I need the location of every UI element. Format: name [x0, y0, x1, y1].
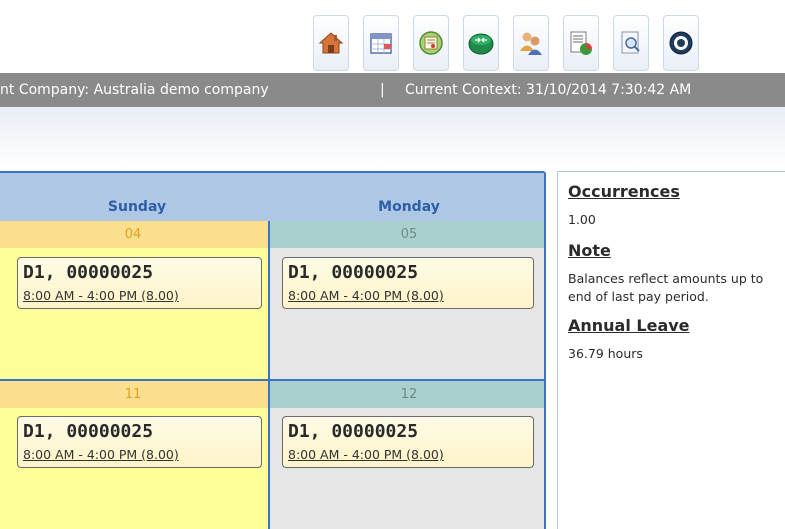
- shift-time[interactable]: 8:00 AM - 4:00 PM (8.00): [23, 288, 256, 304]
- shift-time[interactable]: 8:00 AM - 4:00 PM (8.00): [23, 447, 256, 463]
- calendar-column-divider: [268, 221, 270, 529]
- context-datetime-text: Current Context: 31/10/2014 7:30:42 AM: [405, 82, 692, 98]
- home-icon: [318, 32, 344, 54]
- calendar-row-divider: [0, 379, 544, 381]
- annual-leave-value: 36.79 hours: [568, 346, 643, 361]
- context-bar: nt Company: Australia demo company | Cur…: [0, 73, 785, 107]
- home-button[interactable]: [313, 15, 349, 71]
- users-button[interactable]: [513, 15, 549, 71]
- shift-title: D1, 00000025: [23, 421, 154, 442]
- network-button[interactable]: [463, 15, 499, 71]
- occurrences-heading: Occurrences: [568, 182, 680, 201]
- calendar-icon: [370, 33, 392, 54]
- shift-title: D1, 00000025: [288, 421, 419, 442]
- report-chart-icon: [570, 31, 592, 55]
- day-name-sunday: Sunday: [107, 199, 167, 215]
- day-number: 05: [270, 221, 544, 248]
- occurrences-value: 1.00: [568, 212, 596, 227]
- day-number: 04: [0, 221, 268, 248]
- balance-panel: Occurrences 1.00 Note Balances reflect a…: [557, 171, 785, 529]
- calendar-cell-sunday[interactable]: 04 D1, 00000025 8:00 AM - 4:00 PM (8.00): [0, 221, 268, 379]
- calendar: Sunday Monday 04 D1, 00000025 8:00 AM - …: [0, 171, 546, 529]
- day-number: 12: [270, 381, 544, 408]
- certificate-icon: [419, 31, 443, 55]
- shift-card[interactable]: D1, 00000025 8:00 AM - 4:00 PM (8.00): [282, 416, 534, 468]
- content-header-gradient: [0, 107, 785, 169]
- note-heading: Note: [568, 241, 611, 260]
- day-number: 11: [0, 381, 268, 408]
- shift-card[interactable]: D1, 00000025 8:00 AM - 4:00 PM (8.00): [17, 416, 262, 468]
- annual-leave-heading: Annual Leave: [568, 316, 690, 335]
- search-document-button[interactable]: [613, 15, 649, 71]
- note-text: Balances reflect amounts up to end of la…: [568, 271, 764, 304]
- shift-time[interactable]: 8:00 AM - 4:00 PM (8.00): [288, 447, 528, 463]
- context-separator: |: [380, 82, 385, 98]
- shift-title: D1, 00000025: [23, 262, 154, 283]
- day-name-monday: Monday: [378, 199, 440, 215]
- calendar-cell-sunday[interactable]: 11 D1, 00000025 8:00 AM - 4:00 PM (8.00): [0, 381, 268, 529]
- shift-time[interactable]: 8:00 AM - 4:00 PM (8.00): [288, 288, 528, 304]
- toolbar: [0, 15, 785, 71]
- calendar-cell-monday[interactable]: 12 D1, 00000025 8:00 AM - 4:00 PM (8.00): [270, 381, 544, 529]
- calendar-header: Sunday Monday: [0, 173, 544, 221]
- certificate-button[interactable]: [413, 15, 449, 71]
- search-document-icon: [621, 31, 640, 54]
- help-button[interactable]: [663, 15, 699, 71]
- users-icon: [520, 32, 542, 55]
- report-button[interactable]: [563, 15, 599, 71]
- calendar-button[interactable]: [363, 15, 399, 71]
- shift-card[interactable]: D1, 00000025 8:00 AM - 4:00 PM (8.00): [282, 257, 534, 309]
- shift-card[interactable]: D1, 00000025 8:00 AM - 4:00 PM (8.00): [17, 257, 262, 309]
- company-text: nt Company: Australia demo company: [0, 82, 269, 98]
- shift-title: D1, 00000025: [288, 262, 419, 283]
- calendar-cell-monday[interactable]: 05 D1, 00000025 8:00 AM - 4:00 PM (8.00): [270, 221, 544, 379]
- help-icon: [669, 31, 693, 55]
- network-icon: [468, 33, 494, 55]
